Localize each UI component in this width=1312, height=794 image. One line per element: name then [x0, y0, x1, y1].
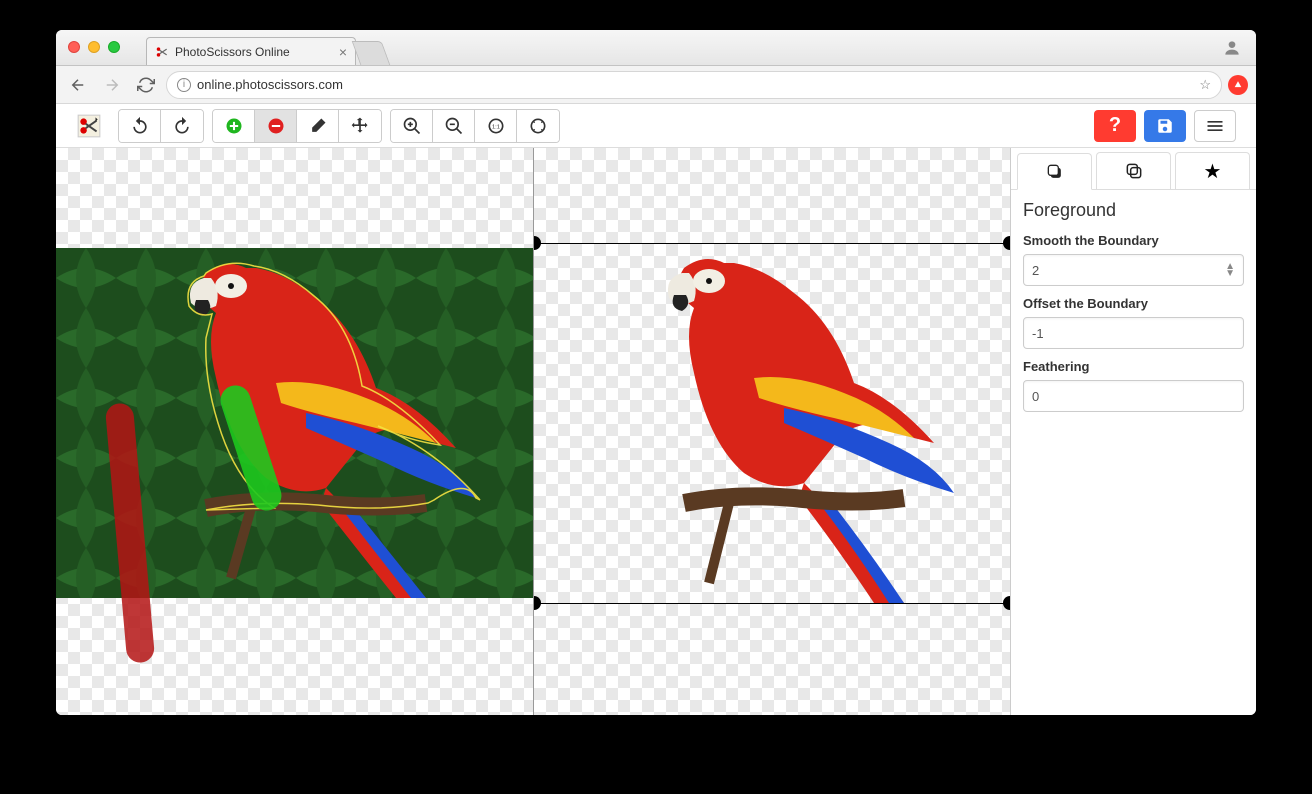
foreground-tab[interactable]	[1017, 153, 1092, 190]
extension-icon[interactable]	[1228, 75, 1248, 95]
background-tab[interactable]	[1096, 152, 1171, 189]
original-image	[56, 248, 534, 598]
new-tab-button[interactable]	[352, 41, 391, 65]
close-tab-button[interactable]: ×	[339, 44, 347, 60]
offset-label: Offset the Boundary	[1023, 296, 1244, 311]
window-titlebar: PhotoScissors Online ×	[56, 30, 1256, 66]
content-area: ★ Foreground Smooth the Boundary 2 ▲▼ Of…	[56, 148, 1256, 715]
panel-title: Foreground	[1023, 200, 1244, 221]
undo-button[interactable]	[119, 110, 161, 142]
redo-button[interactable]	[161, 110, 203, 142]
eraser-button[interactable]	[297, 110, 339, 142]
zoom-out-button[interactable]	[433, 110, 475, 142]
help-button[interactable]: ?	[1094, 110, 1136, 142]
result-image	[534, 243, 1012, 613]
result-image-panel[interactable]	[534, 148, 1012, 715]
feathering-input[interactable]	[1023, 380, 1244, 412]
feathering-label: Feathering	[1023, 359, 1244, 374]
reload-button[interactable]	[132, 71, 160, 99]
maximize-window-button[interactable]	[108, 41, 120, 53]
menu-button[interactable]	[1194, 110, 1236, 142]
properties-panel: ★ Foreground Smooth the Boundary 2 ▲▼ Of…	[1011, 148, 1256, 715]
star-tab-icon: ★	[1204, 159, 1222, 184]
app-toolbar: 1:1 ?	[56, 104, 1256, 148]
tab-title: PhotoScissors Online	[175, 45, 290, 59]
mark-background-button[interactable]	[255, 110, 297, 142]
svg-text:1:1: 1:1	[491, 124, 499, 130]
url-text: online.photoscissors.com	[197, 77, 343, 92]
foreground-tab-icon	[1045, 162, 1065, 182]
scissors-icon	[155, 45, 169, 59]
offset-input[interactable]	[1023, 317, 1244, 349]
effects-tab[interactable]: ★	[1175, 152, 1250, 189]
zoom-fit-button[interactable]	[517, 110, 559, 142]
bookmark-star-icon[interactable]: ☆	[1199, 77, 1211, 93]
zoom-in-button[interactable]	[391, 110, 433, 142]
panel-body: Foreground Smooth the Boundary 2 ▲▼ Offs…	[1011, 190, 1256, 422]
minimize-window-button[interactable]	[88, 41, 100, 53]
close-window-button[interactable]	[68, 41, 80, 53]
marker-group	[212, 109, 382, 143]
original-image-panel[interactable]	[56, 148, 534, 715]
smooth-value: 2	[1032, 263, 1039, 278]
mark-foreground-button[interactable]	[213, 110, 255, 142]
site-info-icon[interactable]: i	[177, 78, 191, 92]
zoom-group: 1:1	[390, 109, 560, 143]
address-bar[interactable]: i online.photoscissors.com ☆	[166, 71, 1222, 99]
forward-button[interactable]	[98, 71, 126, 99]
profile-icon[interactable]	[1222, 38, 1242, 58]
smooth-label: Smooth the Boundary	[1023, 233, 1244, 248]
panel-tabs: ★	[1011, 148, 1256, 190]
select-arrows-icon: ▲▼	[1225, 263, 1235, 277]
browser-tab[interactable]: PhotoScissors Online ×	[146, 37, 356, 65]
back-button[interactable]	[64, 71, 92, 99]
move-button[interactable]	[339, 110, 381, 142]
save-button[interactable]	[1144, 110, 1186, 142]
background-tab-icon	[1124, 161, 1144, 181]
browser-window: PhotoScissors Online × i online.photosci…	[56, 30, 1256, 715]
history-group	[118, 109, 204, 143]
smooth-select[interactable]: 2 ▲▼	[1023, 254, 1244, 286]
zoom-actual-button[interactable]: 1:1	[475, 110, 517, 142]
address-bar-row: i online.photoscissors.com ☆	[56, 66, 1256, 104]
app-logo-icon	[76, 113, 102, 139]
window-controls	[68, 41, 120, 53]
